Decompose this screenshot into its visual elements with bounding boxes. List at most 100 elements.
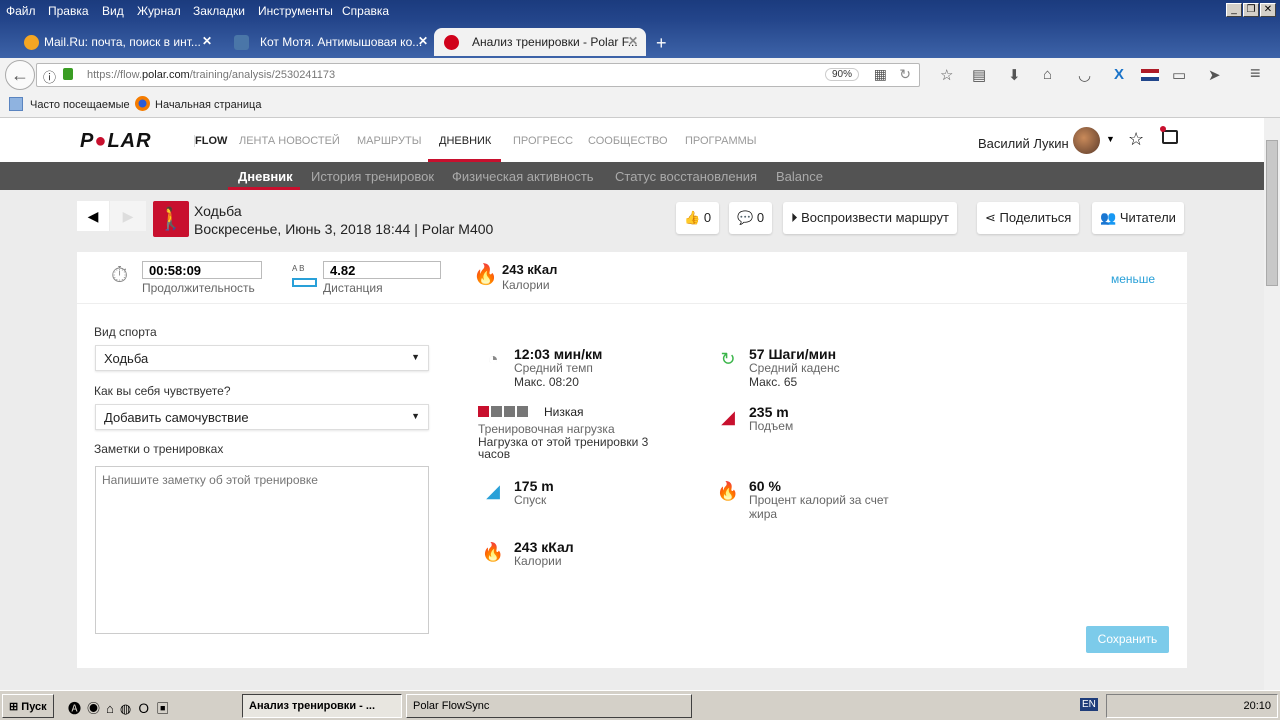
bookmarks-bar: Часто посещаемые Начальная страница xyxy=(0,92,1280,118)
comments-button[interactable]: 💬 0 xyxy=(729,202,773,234)
nav-diary[interactable]: ДНЕВНИК xyxy=(439,135,491,147)
reader-icon[interactable]: ▦ xyxy=(874,66,887,83)
nav-routes[interactable]: МАРШРУТЫ xyxy=(357,135,421,147)
thumbs-up-icon: 👍 xyxy=(684,210,701,225)
less-link[interactable]: меньше xyxy=(1111,272,1155,286)
close-window-button[interactable]: ✕ xyxy=(1260,3,1276,17)
close-tab-icon[interactable]: ✕ xyxy=(628,34,638,48)
taskbar-item-flowsync[interactable]: Polar FlowSync xyxy=(406,694,692,718)
tab-vk[interactable]: Кот Мотя. Антимышовая ко... ✕ xyxy=(222,28,436,56)
replay-route-button[interactable]: ⏵ Воспроизвести маршрут xyxy=(783,202,957,234)
menu-history[interactable]: Журнал xyxy=(137,4,181,18)
polar-icon xyxy=(444,35,459,50)
sport-select[interactable]: Ходьба ▼ xyxy=(95,345,429,371)
share-button[interactable]: ⋖ Поделиться xyxy=(977,202,1080,234)
tab-polar[interactable]: Анализ тренировки - Polar F... ✕ xyxy=(434,28,646,56)
nav-progress[interactable]: ПРОГРЕСС xyxy=(513,135,573,147)
play-icon: ⏵ xyxy=(791,210,798,225)
nav-community[interactable]: СООБЩЕСТВО xyxy=(588,135,668,147)
nav-programs[interactable]: ПРОГРАММЫ xyxy=(685,135,757,147)
home-icon[interactable]: ⌂ xyxy=(1043,66,1052,83)
flow-label: FLOW xyxy=(194,135,228,147)
user-menu-chevron-icon[interactable]: ▼ xyxy=(1106,134,1115,144)
like-button[interactable]: 👍 0 xyxy=(676,202,720,234)
page-content: P●LAR FLOW ЛЕНТА НОВОСТЕЙ МАРШРУТЫ ДНЕВН… xyxy=(0,118,1264,690)
avatar[interactable] xyxy=(1073,127,1100,154)
vk-icon xyxy=(234,35,249,50)
close-tab-icon[interactable]: ✕ xyxy=(418,34,428,48)
menu-edit[interactable]: Правка xyxy=(48,4,89,18)
feeling-label: Как вы себя чувствуете? xyxy=(94,384,231,398)
user-name[interactable]: Василий Лукин xyxy=(978,136,1069,151)
save-button[interactable]: Сохранить xyxy=(1086,626,1169,653)
download-icon[interactable]: ⬇ xyxy=(1008,66,1021,84)
zoom-level[interactable]: 90% xyxy=(824,68,859,81)
tab-mailru[interactable]: Mail.Ru: почта, поиск в инт... ✕ xyxy=(6,28,220,56)
minimize-button[interactable]: _ xyxy=(1226,3,1242,17)
flame-icon: 🔥 xyxy=(481,542,505,562)
calories-value: 243 кКал xyxy=(502,262,558,277)
hamburger-menu-icon[interactable]: ≡ xyxy=(1250,63,1261,84)
ascent-icon: ◢ xyxy=(721,407,735,427)
subnav-diary[interactable]: Дневник xyxy=(238,169,293,184)
notifications-icon[interactable] xyxy=(1160,126,1178,144)
firefox-icon xyxy=(135,96,150,111)
taskbar: ⊞ Пуск 🅐◉⌂◍Ｏ▣ Анализ тренировки - ... Po… xyxy=(0,690,1280,720)
bookmark-home[interactable]: Начальная страница xyxy=(155,99,261,111)
vertical-scrollbar[interactable] xyxy=(1264,118,1280,690)
load-segment xyxy=(504,406,515,417)
training-card: ⏱ 00:58:09 Продолжительность A B 4.82 Ди… xyxy=(77,252,1187,668)
bookmark-frequent[interactable]: Часто посещаемые xyxy=(30,99,130,111)
bookmark-star-icon[interactable]: ☆ xyxy=(940,66,953,84)
info-icon[interactable]: ⓘ xyxy=(43,67,56,86)
subnav-history[interactable]: История тренировок xyxy=(311,169,434,184)
start-button[interactable]: ⊞ Пуск xyxy=(2,694,54,718)
menu-help[interactable]: Справка xyxy=(342,4,389,18)
duration-input[interactable]: 00:58:09 xyxy=(142,261,262,279)
reload-icon[interactable]: ↻ xyxy=(899,66,911,83)
menu-tools[interactable]: Инструменты xyxy=(258,4,333,18)
share-icon: ⋖ xyxy=(985,210,996,225)
distance-input[interactable]: 4.82 xyxy=(323,261,441,279)
flag-icon[interactable] xyxy=(1141,69,1159,81)
pocket-icon[interactable]: ◡ xyxy=(1078,66,1091,84)
subnav-recovery[interactable]: Статус восстановления xyxy=(615,169,757,184)
menu-bar: Файл Правка Вид Журнал Закладки Инструме… xyxy=(0,0,1280,22)
walking-icon: 🚶 xyxy=(153,201,189,237)
followers-button[interactable]: 👥 Читатели xyxy=(1092,202,1184,234)
extension-x-icon[interactable]: X xyxy=(1114,66,1124,83)
feeling-select[interactable]: Добавить самочувствие ▼ xyxy=(95,404,429,430)
quick-launch-icons[interactable]: 🅐◉⌂◍Ｏ▣ xyxy=(68,698,175,717)
language-indicator[interactable]: EN xyxy=(1080,698,1098,711)
nav-news[interactable]: ЛЕНТА НОВОСТЕЙ xyxy=(239,135,340,147)
training-subtitle: Воскресенье, Июнь 3, 2018 18:44 | Polar … xyxy=(194,221,494,237)
notes-textarea[interactable] xyxy=(95,466,429,634)
polar-header: P●LAR FLOW ЛЕНТА НОВОСТЕЙ МАРШРУТЫ ДНЕВН… xyxy=(0,118,1264,162)
close-tab-icon[interactable]: ✕ xyxy=(202,34,212,48)
next-training-button[interactable]: ▶ xyxy=(110,201,146,231)
url-bar[interactable]: ⓘ https://flow.polar.com/training/analys… xyxy=(36,63,920,87)
scrollbar-thumb[interactable] xyxy=(1266,140,1278,286)
screen-icon[interactable]: ▭ xyxy=(1172,66,1186,84)
taskbar-item-firefox[interactable]: Анализ тренировки - ... xyxy=(242,694,402,718)
menu-bookmarks[interactable]: Закладки xyxy=(193,4,245,18)
ab-label: A B xyxy=(292,264,305,273)
system-tray: 20:10 xyxy=(1106,694,1278,718)
new-tab-button[interactable]: + xyxy=(646,26,667,54)
load-segment xyxy=(517,406,528,417)
menu-view[interactable]: Вид xyxy=(102,4,124,18)
clock: 20:10 xyxy=(1243,700,1271,712)
menu-file[interactable]: Файл xyxy=(6,4,36,18)
prev-training-button[interactable]: ◀ xyxy=(77,201,109,231)
restore-button[interactable]: ❐ xyxy=(1243,3,1259,17)
bookmarks-list-icon[interactable]: ▤ xyxy=(972,66,986,84)
subnav-activity[interactable]: Физическая активность xyxy=(452,169,594,184)
stopwatch-icon: ⏱ xyxy=(111,262,129,287)
subnav-balance[interactable]: Balance xyxy=(776,169,823,184)
back-button[interactable]: ← xyxy=(5,60,35,90)
favorites-star-icon[interactable]: ☆ xyxy=(1128,129,1144,150)
polar-logo[interactable]: P●LAR xyxy=(80,130,152,153)
send-icon[interactable]: ➤ xyxy=(1208,66,1221,84)
training-load-bar xyxy=(478,406,530,420)
frequent-icon xyxy=(9,97,23,111)
